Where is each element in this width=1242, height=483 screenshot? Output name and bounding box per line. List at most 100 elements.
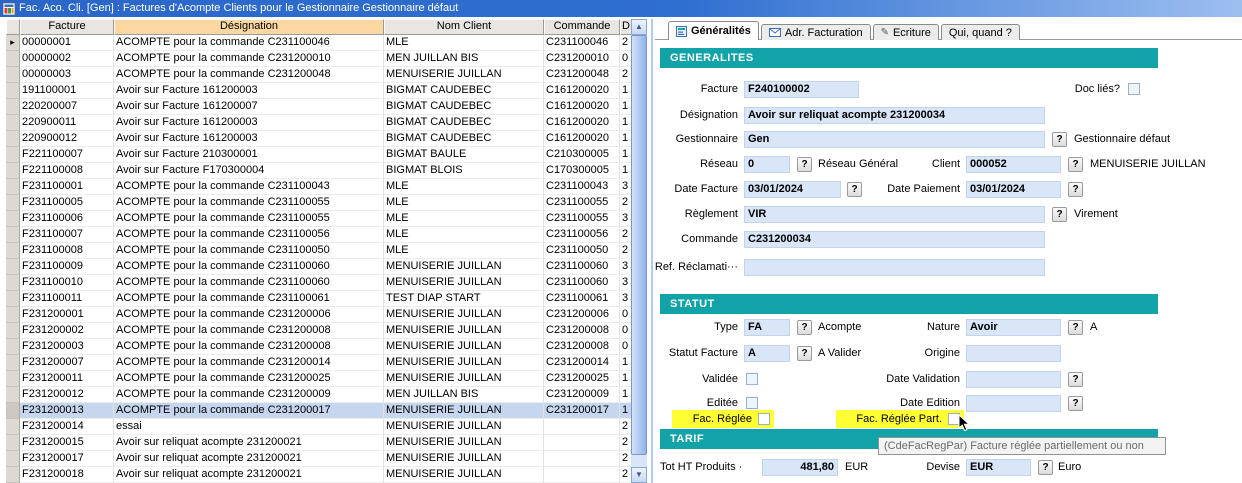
doc-lies-checkbox[interactable] [1128, 83, 1140, 95]
table-row[interactable]: F231100006 ACOMPTE pour la commande C231… [6, 211, 631, 227]
table-row[interactable]: F231100007 ACOMPTE pour la commande C231… [6, 227, 631, 243]
date-edition-field[interactable] [966, 395, 1061, 412]
client-help-button[interactable]: ? [1068, 157, 1083, 172]
row-selector-header[interactable] [6, 19, 20, 35]
table-row[interactable]: F231200015 Avoir sur reliquat acompte 23… [6, 435, 631, 451]
validee-checkbox[interactable] [746, 373, 758, 385]
statut-facture-help-button[interactable]: ? [797, 346, 812, 361]
table-row[interactable]: F231200001 ACOMPTE pour la commande C231… [6, 307, 631, 323]
nature-field[interactable]: Avoir [966, 319, 1061, 336]
date-edition-help-button[interactable]: ? [1068, 396, 1083, 411]
devise-field[interactable]: EUR [966, 459, 1031, 476]
row-selector[interactable] [6, 131, 20, 147]
reseau-field[interactable]: 0 [744, 156, 790, 173]
designation-field[interactable]: Avoir sur reliquat acompte 231200034 [744, 107, 1045, 124]
table-row[interactable]: F231100010 ACOMPTE pour la commande C231… [6, 275, 631, 291]
table-row[interactable]: F221100008 Avoir sur Facture F170300004 … [6, 163, 631, 179]
table-row[interactable]: F231100001 ACOMPTE pour la commande C231… [6, 179, 631, 195]
table-row[interactable]: F231100005 ACOMPTE pour la commande C231… [6, 195, 631, 211]
row-selector[interactable] [6, 339, 20, 355]
row-selector[interactable] [6, 403, 20, 419]
table-row[interactable]: F231200013 ACOMPTE pour la commande C231… [6, 403, 631, 419]
tab-ecriture[interactable]: ✎ Ecriture [873, 24, 939, 40]
row-selector[interactable]: ▸ [6, 35, 20, 51]
gestionnaire-field[interactable]: Gen [744, 131, 1045, 148]
row-selector[interactable] [6, 291, 20, 307]
commande-field[interactable]: C231200034 [744, 231, 1045, 248]
row-selector[interactable] [6, 323, 20, 339]
table-vertical-scrollbar[interactable]: ▲ ▼ [631, 19, 647, 483]
reglement-help-button[interactable]: ? [1052, 207, 1067, 222]
row-selector[interactable] [6, 387, 20, 403]
table-row[interactable]: F231200012 ACOMPTE pour la commande C231… [6, 387, 631, 403]
scrollbar-thumb[interactable] [631, 35, 647, 455]
table-row[interactable]: F231200011 ACOMPTE pour la commande C231… [6, 371, 631, 387]
gestionnaire-help-button[interactable]: ? [1052, 132, 1067, 147]
table-row[interactable]: ▸ 00000001 ACOMPTE pour la commande C231… [6, 35, 631, 51]
table-row[interactable]: F231200018 Avoir sur reliquat acompte 23… [6, 467, 631, 483]
row-selector[interactable] [6, 147, 20, 163]
column-header-designation[interactable]: Désignation [114, 19, 384, 35]
tab-adr-facturation[interactable]: Adr. Facturation [761, 24, 871, 40]
date-paiement-help-button[interactable]: ? [1068, 182, 1083, 197]
origine-field[interactable] [966, 345, 1061, 362]
row-selector[interactable] [6, 419, 20, 435]
row-selector[interactable] [6, 99, 20, 115]
row-selector[interactable] [6, 195, 20, 211]
row-selector[interactable] [6, 83, 20, 99]
row-selector[interactable] [6, 307, 20, 323]
nature-help-button[interactable]: ? [1068, 320, 1083, 335]
table-row[interactable]: F231200017 Avoir sur reliquat acompte 23… [6, 451, 631, 467]
date-paiement-field[interactable]: 03/01/2024 [966, 181, 1061, 198]
editee-checkbox[interactable] [746, 397, 758, 409]
column-header-facture[interactable]: Facture [20, 19, 114, 35]
table-row[interactable]: F231100008 ACOMPTE pour la commande C231… [6, 243, 631, 259]
date-facture-field[interactable]: 03/01/2024 [744, 181, 841, 198]
client-field[interactable]: 000052 [966, 156, 1061, 173]
table-row[interactable]: 220200007 Avoir sur Facture 161200007 BI… [6, 99, 631, 115]
row-selector[interactable] [6, 371, 20, 387]
row-selector[interactable] [6, 163, 20, 179]
row-selector[interactable] [6, 275, 20, 291]
statut-facture-field[interactable]: A [744, 345, 790, 362]
date-validation-help-button[interactable]: ? [1068, 372, 1083, 387]
table-row[interactable]: 191100001 Avoir sur Facture 161200003 BI… [6, 83, 631, 99]
table-row[interactable]: F231200003 ACOMPTE pour la commande C231… [6, 339, 631, 355]
reglement-field[interactable]: VIR [744, 206, 1045, 223]
row-selector[interactable] [6, 115, 20, 131]
row-selector[interactable] [6, 467, 20, 483]
row-selector[interactable] [6, 51, 20, 67]
scroll-up-button[interactable]: ▲ [631, 19, 647, 35]
table-row[interactable]: 220900011 Avoir sur Facture 161200003 BI… [6, 115, 631, 131]
column-header-nom-client[interactable]: Nom Client [384, 19, 544, 35]
row-selector[interactable] [6, 259, 20, 275]
table-row[interactable]: F231200014 essai MENUISERIE JUILLAN 2 [6, 419, 631, 435]
row-selector[interactable] [6, 451, 20, 467]
row-selector[interactable] [6, 243, 20, 259]
row-selector[interactable] [6, 179, 20, 195]
table-row[interactable]: 00000002 ACOMPTE pour la commande C23120… [6, 51, 631, 67]
table-row[interactable]: F231200002 ACOMPTE pour la commande C231… [6, 323, 631, 339]
tot-ht-field[interactable]: 481,80 [762, 459, 838, 476]
row-selector[interactable] [6, 435, 20, 451]
ref-reclamation-field[interactable] [744, 259, 1045, 276]
table-row[interactable]: 00000003 ACOMPTE pour la commande C23120… [6, 67, 631, 83]
table-row[interactable]: F231100011 ACOMPTE pour la commande C231… [6, 291, 631, 307]
tab-qui-quand[interactable]: Qui, quand ? [941, 24, 1020, 40]
table-row[interactable]: 220900012 Avoir sur Facture 161200003 BI… [6, 131, 631, 147]
facture-field[interactable]: F240100002 [744, 81, 859, 98]
column-header-commande[interactable]: Commande [544, 19, 620, 35]
reseau-help-button[interactable]: ? [797, 157, 812, 172]
tab-generalites[interactable]: Généralités [668, 21, 759, 40]
fac-reglee-checkbox[interactable] [758, 413, 770, 425]
row-selector[interactable] [6, 67, 20, 83]
type-help-button[interactable]: ? [797, 320, 812, 335]
row-selector[interactable] [6, 211, 20, 227]
table-row[interactable]: F221100007 Avoir sur Facture 210300001 B… [6, 147, 631, 163]
row-selector[interactable] [6, 355, 20, 371]
table-row[interactable]: F231100009 ACOMPTE pour la commande C231… [6, 259, 631, 275]
row-selector[interactable] [6, 227, 20, 243]
scroll-down-button[interactable]: ▼ [631, 467, 647, 483]
column-header-date[interactable]: D [620, 19, 631, 35]
date-validation-field[interactable] [966, 371, 1061, 388]
